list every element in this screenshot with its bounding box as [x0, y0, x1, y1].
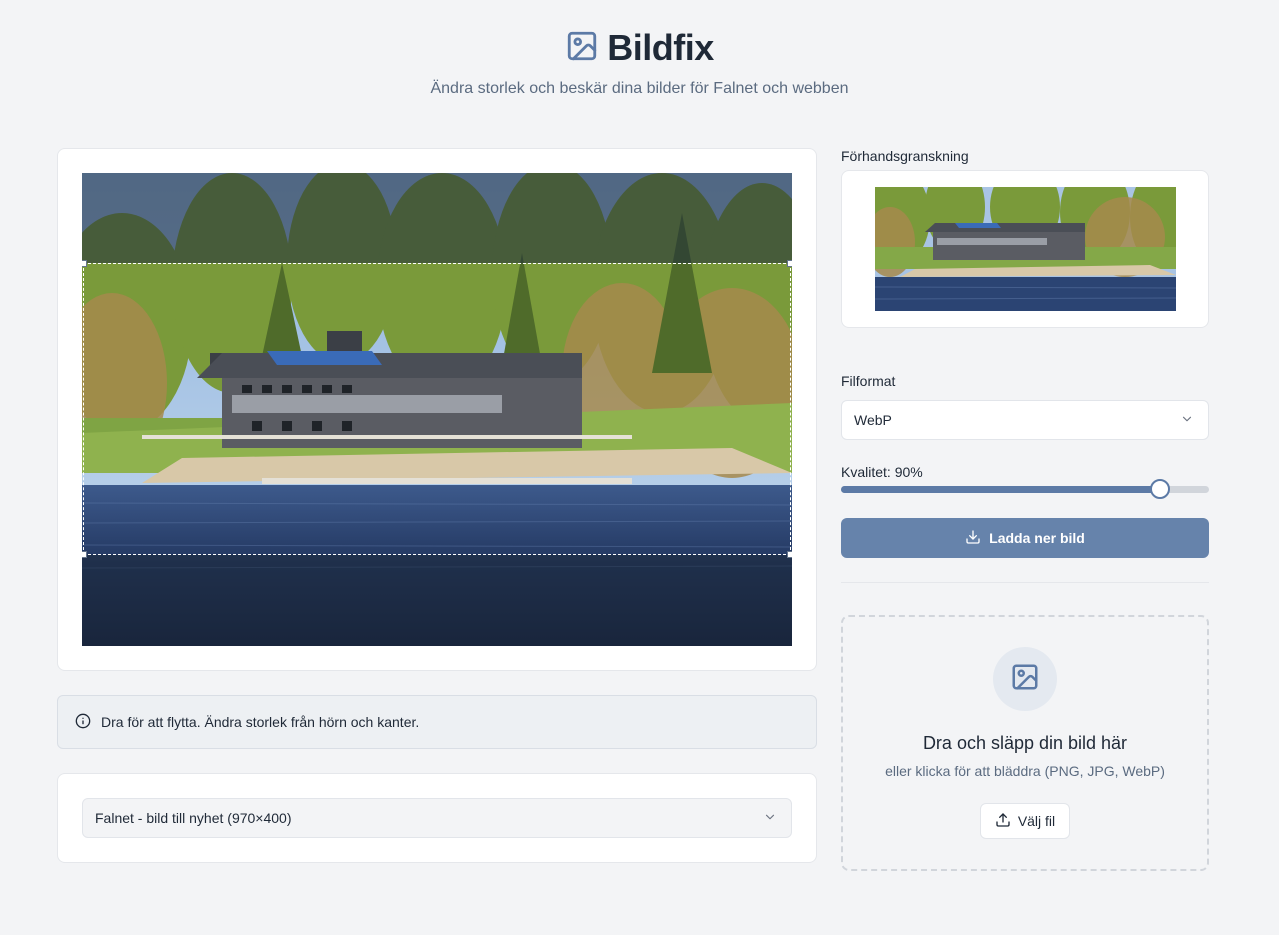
crop-overlay-bottom [82, 555, 792, 646]
quality-label: Kvalitet: 90% [841, 464, 923, 480]
quality-slider-fill [841, 486, 1160, 493]
preset-select-value: Falnet - bild till nyhet (970×400) [95, 810, 292, 826]
info-icon [75, 713, 91, 732]
upload-dropzone[interactable]: Dra och släpp din bild här eller klicka … [841, 615, 1209, 871]
dropzone-icon-circle [993, 647, 1057, 711]
title-row: Bildfix [0, 27, 1279, 68]
preview-card [841, 170, 1209, 328]
crop-overlay-top [82, 173, 792, 263]
crop-editor-card [57, 148, 817, 671]
crop-handle-bottom-left[interactable] [82, 551, 87, 558]
image-icon [1010, 662, 1040, 697]
format-label: Filformat [841, 373, 896, 389]
format-select-value: WebP [854, 412, 892, 428]
preview-label: Förhandsgranskning [841, 148, 969, 164]
crop-handle-bottom-right[interactable] [787, 551, 792, 558]
chevron-down-icon [1180, 412, 1194, 429]
download-button-label: Ladda ner bild [989, 530, 1085, 546]
image-icon [565, 29, 599, 68]
dropzone-title: Dra och släpp din bild här [922, 733, 1128, 753]
crop-selection[interactable] [82, 260, 792, 558]
crop-handle-top-right[interactable] [787, 260, 792, 267]
upload-icon [995, 812, 1011, 831]
divider [841, 582, 1209, 583]
chevron-down-icon [763, 810, 777, 827]
hint-text: Dra för att flytta. Ändra storlek från h… [101, 714, 420, 730]
app-subtitle: Ändra storlek och beskär dina bilder för… [430, 80, 849, 97]
format-select[interactable]: WebP [841, 400, 1209, 440]
preview-image [875, 187, 1176, 311]
download-icon [965, 529, 981, 548]
crop-handle-top-left[interactable] [82, 260, 87, 267]
choose-file-label: Välj fil [1017, 813, 1056, 829]
download-button[interactable]: Ladda ner bild [841, 518, 1209, 558]
quality-slider-thumb[interactable] [1150, 479, 1170, 499]
hint-box: Dra för att flytta. Ändra storlek från h… [57, 695, 817, 749]
source-image[interactable] [82, 173, 792, 646]
app-title: Bildfix [607, 27, 714, 68]
header: Bildfix Ändra storlek och beskär dina bi… [0, 27, 1279, 98]
quality-slider[interactable] [841, 479, 1209, 499]
dropzone-subtitle: eller klicka för att bläddra (PNG, JPG, … [885, 763, 1165, 779]
choose-file-button[interactable]: Välj fil [980, 803, 1070, 839]
preset-select[interactable]: Falnet - bild till nyhet (970×400) [82, 798, 792, 838]
preset-card: Falnet - bild till nyhet (970×400) [57, 773, 817, 863]
